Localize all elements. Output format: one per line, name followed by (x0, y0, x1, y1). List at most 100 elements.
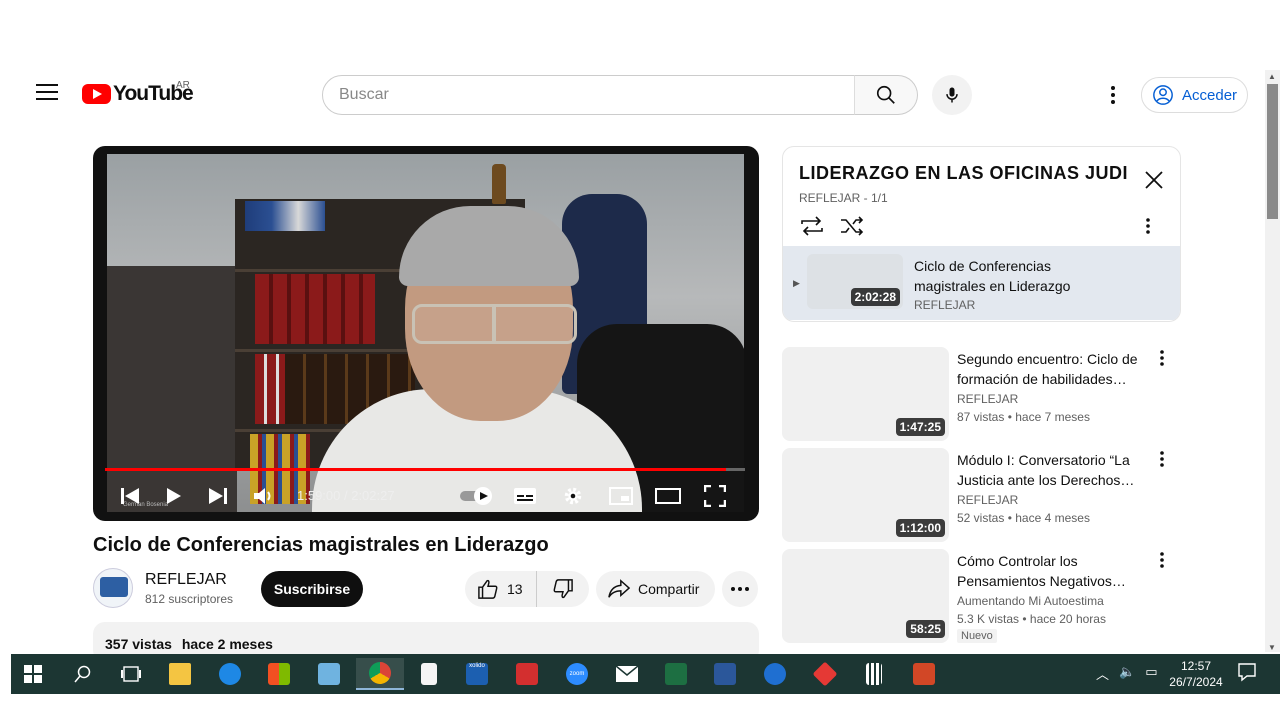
start-button[interactable] (13, 658, 53, 690)
fullscreen-button[interactable] (701, 484, 729, 508)
excel-button[interactable] (656, 658, 696, 690)
scroll-down-arrow-icon[interactable]: ▼ (1268, 643, 1276, 652)
vertical-dots-icon (1160, 451, 1164, 467)
calculator-button[interactable] (854, 658, 894, 690)
miniplayer-button[interactable] (607, 484, 635, 508)
duration-badge: 2:02:28 (850, 288, 900, 306)
file-explorer-button[interactable] (160, 658, 200, 690)
recommended-title[interactable]: Módulo I: Conversatorio “La Justicia ant… (957, 450, 1147, 490)
word-button[interactable] (705, 658, 745, 690)
duration-badge: 1:47:25 (895, 418, 945, 436)
acrobat-button[interactable] (507, 658, 547, 690)
vertical-dots-icon (1160, 350, 1164, 366)
recommended-thumbnail[interactable]: 58:25 (782, 549, 949, 643)
thumbs-up-icon (478, 579, 498, 599)
voice-search-button[interactable] (932, 75, 972, 115)
playlist-item-title[interactable]: Ciclo de Conferencias magistrales en Lid… (914, 256, 1114, 296)
recommended-channel[interactable]: REFLEJAR (957, 493, 1018, 507)
play-button[interactable] (161, 484, 187, 508)
windows-taskbar: xolido zoom ︿ 🔈 ▭ 12:57 26/7/2024 (11, 654, 1280, 694)
progress-bar-fill (105, 468, 726, 471)
recommended-video[interactable]: 58:25 Cómo Controlar los Pensamientos Ne… (782, 549, 1192, 643)
recommended-views: 5.3 K vistas (957, 612, 1020, 626)
playlist-item-thumbnail[interactable]: 2:02:28 (807, 254, 903, 309)
powerpoint-button[interactable] (904, 658, 944, 690)
search-input[interactable] (322, 75, 855, 115)
miniplayer-icon (609, 487, 633, 505)
channel-name[interactable]: REFLEJAR (145, 571, 227, 589)
thunderbird-button[interactable] (755, 658, 795, 690)
video-frame[interactable]: German Bosenia (107, 154, 744, 512)
playlist-item-current[interactable]: ▶ 2:02:28 Ciclo de Conferencias magistra… (783, 246, 1180, 320)
notepad-button[interactable] (409, 658, 449, 690)
scroll-thumb[interactable] (1267, 84, 1278, 219)
recommended-views: 87 vistas (957, 410, 1005, 424)
recommended-video[interactable]: 1:12:00 Módulo I: Conversatorio “La Just… (782, 448, 1192, 542)
share-label: Compartir (638, 581, 700, 597)
like-count: 13 (507, 581, 523, 597)
anydesk-button[interactable] (805, 658, 845, 690)
powerpoint-icon (913, 663, 935, 685)
loop-playlist-button[interactable] (799, 215, 825, 237)
now-playing-arrow-icon: ▶ (793, 278, 800, 288)
page-scrollbar[interactable]: ▲ ▼ (1265, 70, 1280, 652)
play-icon (167, 488, 181, 504)
next-button[interactable] (205, 484, 231, 508)
subscribe-button[interactable]: Suscribirse (261, 571, 363, 607)
network-icon[interactable]: ▭ (1145, 664, 1157, 683)
recommended-more-button[interactable] (1159, 349, 1179, 369)
xolido-button[interactable]: xolido (457, 658, 497, 690)
recommended-channel[interactable]: REFLEJAR (957, 392, 1018, 406)
account-icon (1153, 85, 1173, 105)
mute-button[interactable] (251, 484, 277, 508)
mail-button[interactable] (607, 658, 647, 690)
store-button[interactable] (259, 658, 299, 690)
chrome-button[interactable] (356, 658, 404, 690)
share-button[interactable]: Compartir (596, 571, 715, 607)
subtitles-button[interactable] (511, 484, 539, 508)
dislike-button[interactable] (537, 571, 589, 607)
more-actions-button[interactable] (722, 571, 758, 607)
task-view-button[interactable] (111, 658, 151, 690)
contacts-button[interactable] (309, 658, 349, 690)
recommended-more-button[interactable] (1159, 450, 1179, 470)
notepad-icon (421, 663, 437, 685)
settings-more-button[interactable] (1100, 82, 1126, 108)
scroll-up-arrow-icon[interactable]: ▲ (1268, 72, 1276, 81)
playlist-more-button[interactable] (1145, 217, 1165, 237)
new-badge: Nuevo (957, 629, 997, 643)
recommended-thumbnail[interactable]: 1:12:00 (782, 448, 949, 542)
notifications-button[interactable] (1237, 662, 1259, 684)
theater-mode-button[interactable] (653, 484, 683, 508)
playlist-title[interactable]: LIDERAZGO EN LAS OFICINAS JUDI… (799, 163, 1129, 184)
recommended-more-button[interactable] (1159, 551, 1179, 571)
recommended-channel[interactable]: Aumentando Mi Autoestima (957, 594, 1104, 608)
autoplay-toggle[interactable] (457, 484, 497, 508)
previous-button[interactable] (117, 484, 143, 508)
playlist-subtitle[interactable]: REFLEJAR - 1/1 (799, 191, 888, 205)
settings-button[interactable] (559, 484, 587, 508)
channel-avatar[interactable] (93, 568, 133, 608)
tray-chevron-icon[interactable]: ︿ (1096, 664, 1109, 683)
shuffle-playlist-button[interactable] (839, 215, 865, 237)
video-player[interactable]: German Bosenia 1:59:00 / 2:02:27 (93, 146, 759, 521)
progress-bar[interactable] (105, 468, 745, 471)
zoom-button[interactable]: zoom (557, 658, 597, 690)
edge-button[interactable] (210, 658, 250, 690)
recommended-title[interactable]: Cómo Controlar los Pensamientos Negativo… (957, 551, 1147, 591)
like-button[interactable]: 13 (465, 571, 537, 607)
sign-in-button[interactable]: Acceder (1141, 77, 1248, 113)
guide-menu-button[interactable] (36, 84, 58, 102)
anydesk-icon (812, 661, 838, 687)
recommended-age: hace 20 horas (1029, 612, 1106, 626)
recommended-thumbnail[interactable]: 1:47:25 (782, 347, 949, 441)
recommended-title[interactable]: Segundo encuentro: Ciclo de formación de… (957, 349, 1147, 389)
taskbar-search-button[interactable] (63, 658, 103, 690)
close-playlist-button[interactable] (1143, 169, 1165, 191)
taskbar-clock[interactable]: 12:57 26/7/2024 (1161, 658, 1231, 690)
volume-icon[interactable]: 🔈 (1119, 664, 1135, 683)
excel-icon (665, 663, 687, 685)
recommended-video[interactable]: 1:47:25 Segundo encuentro: Ciclo de form… (782, 347, 1192, 441)
scene-bottle (492, 164, 506, 204)
search-button[interactable] (854, 75, 918, 115)
